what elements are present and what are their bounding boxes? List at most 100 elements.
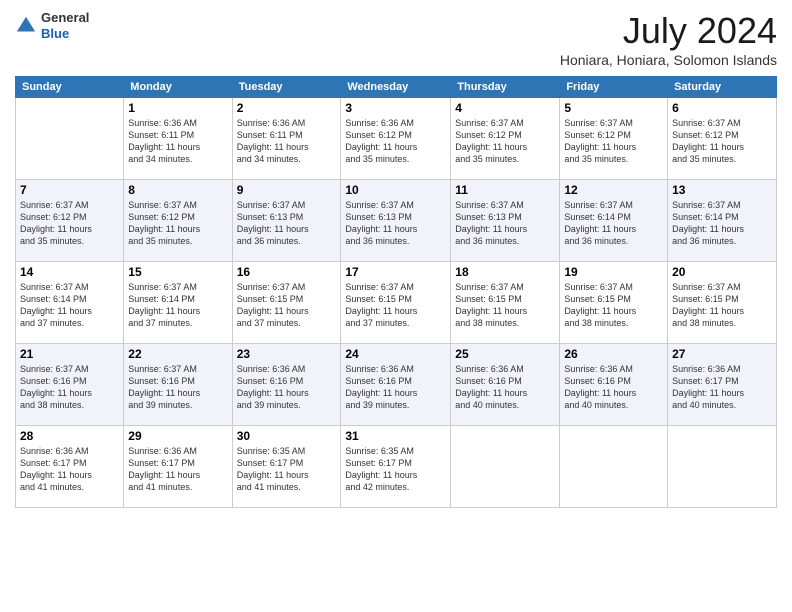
calendar-cell: 10 Sunrise: 6:37 AM Sunset: 6:13 PM Dayli… (341, 180, 451, 262)
calendar-day-header: Tuesday (232, 77, 341, 98)
calendar-cell (668, 426, 777, 508)
day-info: Sunrise: 6:35 AM Sunset: 6:17 PM Dayligh… (237, 445, 337, 494)
calendar-cell: 27Sunrise: 6:36 AM Sunset: 6:17 PM Dayli… (668, 344, 777, 426)
logo: General Blue (15, 10, 89, 41)
day-info: Sunrise: 6:37 AM Sunset: 6:13 PM Dayligh… (237, 199, 337, 248)
calendar-cell: 7Sunrise: 6:37 AM Sunset: 6:12 PM Daylig… (16, 180, 124, 262)
calendar-cell: 11Sunrise: 6:37 AM Sunset: 6:13 PM Dayli… (451, 180, 560, 262)
calendar-week-row: 1 Sunrise: 6:36 AM Sunset: 6:11 PM Daylig… (16, 98, 777, 180)
calendar-cell: 15 Sunrise: 6:37 AM Sunset: 6:14 PM Dayli… (124, 262, 232, 344)
day-number: 29 (128, 429, 227, 443)
calendar-cell (560, 426, 668, 508)
day-info: Sunrise: 6:36 AM Sunset: 6:17 PM Dayligh… (20, 445, 119, 494)
day-number: 14 (20, 265, 119, 279)
calendar-table: SundayMondayTuesdayWednesdayThursdayFrid… (15, 76, 777, 508)
day-number: 4 (455, 101, 555, 115)
calendar-cell: 2Sunrise: 6:36 AM Sunset: 6:11 PM Daylig… (232, 98, 341, 180)
calendar-cell: 23 Sunrise: 6:36 AM Sunset: 6:16 PM Dayli… (232, 344, 341, 426)
calendar-cell: 16Sunrise: 6:37 AM Sunset: 6:15 PM Dayli… (232, 262, 341, 344)
calendar-cell: 17 Sunrise: 6:37 AM Sunset: 6:15 PM Dayli… (341, 262, 451, 344)
calendar-cell: 26Sunrise: 6:36 AM Sunset: 6:16 PM Dayli… (560, 344, 668, 426)
calendar-cell: 9 Sunrise: 6:37 AM Sunset: 6:13 PM Daylig… (232, 180, 341, 262)
day-info: Sunrise: 6:37 AM Sunset: 6:12 PM Dayligh… (564, 117, 663, 166)
day-info: Sunrise: 6:37 AM Sunset: 6:15 PM Dayligh… (672, 281, 772, 330)
calendar-cell: 14Sunrise: 6:37 AM Sunset: 6:14 PM Dayli… (16, 262, 124, 344)
calendar-cell: 25 Sunrise: 6:36 AM Sunset: 6:16 PM Dayli… (451, 344, 560, 426)
day-number: 7 (20, 183, 119, 197)
day-number: 15 (128, 265, 227, 279)
day-number: 18 (455, 265, 555, 279)
calendar-cell: 31Sunrise: 6:35 AM Sunset: 6:17 PM Dayli… (341, 426, 451, 508)
day-number: 20 (672, 265, 772, 279)
day-info: Sunrise: 6:36 AM Sunset: 6:16 PM Dayligh… (564, 363, 663, 412)
calendar-cell: 22 Sunrise: 6:37 AM Sunset: 6:16 PM Dayli… (124, 344, 232, 426)
calendar-header-row: SundayMondayTuesdayWednesdayThursdayFrid… (16, 77, 777, 98)
day-number: 5 (564, 101, 663, 115)
calendar-cell: 6Sunrise: 6:37 AM Sunset: 6:12 PM Daylig… (668, 98, 777, 180)
day-info: Sunrise: 6:36 AM Sunset: 6:16 PM Dayligh… (455, 363, 555, 412)
calendar-cell: 20 Sunrise: 6:37 AM Sunset: 6:15 PM Dayli… (668, 262, 777, 344)
day-info: Sunrise: 6:36 AM Sunset: 6:11 PM Dayligh… (128, 117, 227, 166)
calendar-cell: 12 Sunrise: 6:37 AM Sunset: 6:14 PM Dayli… (560, 180, 668, 262)
day-info: Sunrise: 6:36 AM Sunset: 6:11 PM Dayligh… (237, 117, 337, 166)
calendar-cell: 5 Sunrise: 6:37 AM Sunset: 6:12 PM Daylig… (560, 98, 668, 180)
day-number: 23 (237, 347, 337, 361)
day-number: 8 (128, 183, 227, 197)
logo-text: General Blue (41, 10, 89, 41)
logo-general: General (41, 10, 89, 25)
day-info: Sunrise: 6:37 AM Sunset: 6:14 PM Dayligh… (564, 199, 663, 248)
calendar-cell: 19Sunrise: 6:37 AM Sunset: 6:15 PM Dayli… (560, 262, 668, 344)
logo-blue: Blue (41, 26, 69, 41)
day-info: Sunrise: 6:37 AM Sunset: 6:14 PM Dayligh… (672, 199, 772, 248)
calendar-week-row: 7 Sunrise: 6:37 AM Sunset: 6:12 PM Daylig… (16, 180, 777, 262)
calendar-cell: 3 Sunrise: 6:36 AM Sunset: 6:12 PM Daylig… (341, 98, 451, 180)
day-number: 30 (237, 429, 337, 443)
calendar-cell: 1 Sunrise: 6:36 AM Sunset: 6:11 PM Daylig… (124, 98, 232, 180)
calendar-cell: 4 Sunrise: 6:37 AM Sunset: 6:12 PM Daylig… (451, 98, 560, 180)
header: General Blue July 2024 Honiara, Honiara,… (15, 10, 777, 68)
calendar-day-header: Friday (560, 77, 668, 98)
day-number: 1 (128, 101, 227, 115)
calendar-week-row: 28 Sunrise: 6:36 AM Sunset: 6:17 PM Dayli… (16, 426, 777, 508)
calendar-cell: 18 Sunrise: 6:37 AM Sunset: 6:15 PM Dayli… (451, 262, 560, 344)
day-number: 24 (345, 347, 446, 361)
calendar-cell: 30 Sunrise: 6:35 AM Sunset: 6:17 PM Dayli… (232, 426, 341, 508)
day-info: Sunrise: 6:36 AM Sunset: 6:17 PM Dayligh… (128, 445, 227, 494)
day-info: Sunrise: 6:37 AM Sunset: 6:12 PM Dayligh… (128, 199, 227, 248)
day-info: Sunrise: 6:37 AM Sunset: 6:13 PM Dayligh… (345, 199, 446, 248)
day-number: 10 (345, 183, 446, 197)
calendar-cell (16, 98, 124, 180)
day-number: 12 (564, 183, 663, 197)
calendar-cell: 8 Sunrise: 6:37 AM Sunset: 6:12 PM Daylig… (124, 180, 232, 262)
day-number: 25 (455, 347, 555, 361)
calendar-day-header: Sunday (16, 77, 124, 98)
calendar-cell: 28 Sunrise: 6:36 AM Sunset: 6:17 PM Dayli… (16, 426, 124, 508)
day-number: 13 (672, 183, 772, 197)
month-title: July 2024 (560, 10, 777, 52)
day-info: Sunrise: 6:37 AM Sunset: 6:14 PM Dayligh… (128, 281, 227, 330)
day-number: 3 (345, 101, 446, 115)
day-number: 28 (20, 429, 119, 443)
calendar-day-header: Monday (124, 77, 232, 98)
day-number: 11 (455, 183, 555, 197)
day-number: 17 (345, 265, 446, 279)
calendar-cell: 24Sunrise: 6:36 AM Sunset: 6:16 PM Dayli… (341, 344, 451, 426)
day-info: Sunrise: 6:37 AM Sunset: 6:15 PM Dayligh… (345, 281, 446, 330)
day-info: Sunrise: 6:36 AM Sunset: 6:16 PM Dayligh… (237, 363, 337, 412)
day-number: 22 (128, 347, 227, 361)
day-info: Sunrise: 6:36 AM Sunset: 6:12 PM Dayligh… (345, 117, 446, 166)
calendar-cell: 13 Sunrise: 6:37 AM Sunset: 6:14 PM Dayli… (668, 180, 777, 262)
calendar-week-row: 21 Sunrise: 6:37 AM Sunset: 6:16 PM Dayli… (16, 344, 777, 426)
day-info: Sunrise: 6:37 AM Sunset: 6:12 PM Dayligh… (455, 117, 555, 166)
day-info: Sunrise: 6:37 AM Sunset: 6:16 PM Dayligh… (128, 363, 227, 412)
day-info: Sunrise: 6:35 AM Sunset: 6:17 PM Dayligh… (345, 445, 446, 494)
calendar-day-header: Thursday (451, 77, 560, 98)
day-number: 21 (20, 347, 119, 361)
day-info: Sunrise: 6:36 AM Sunset: 6:17 PM Dayligh… (672, 363, 772, 412)
day-info: Sunrise: 6:37 AM Sunset: 6:12 PM Dayligh… (672, 117, 772, 166)
day-number: 9 (237, 183, 337, 197)
day-number: 16 (237, 265, 337, 279)
day-info: Sunrise: 6:37 AM Sunset: 6:15 PM Dayligh… (455, 281, 555, 330)
day-info: Sunrise: 6:37 AM Sunset: 6:15 PM Dayligh… (564, 281, 663, 330)
page: General Blue July 2024 Honiara, Honiara,… (0, 0, 792, 612)
